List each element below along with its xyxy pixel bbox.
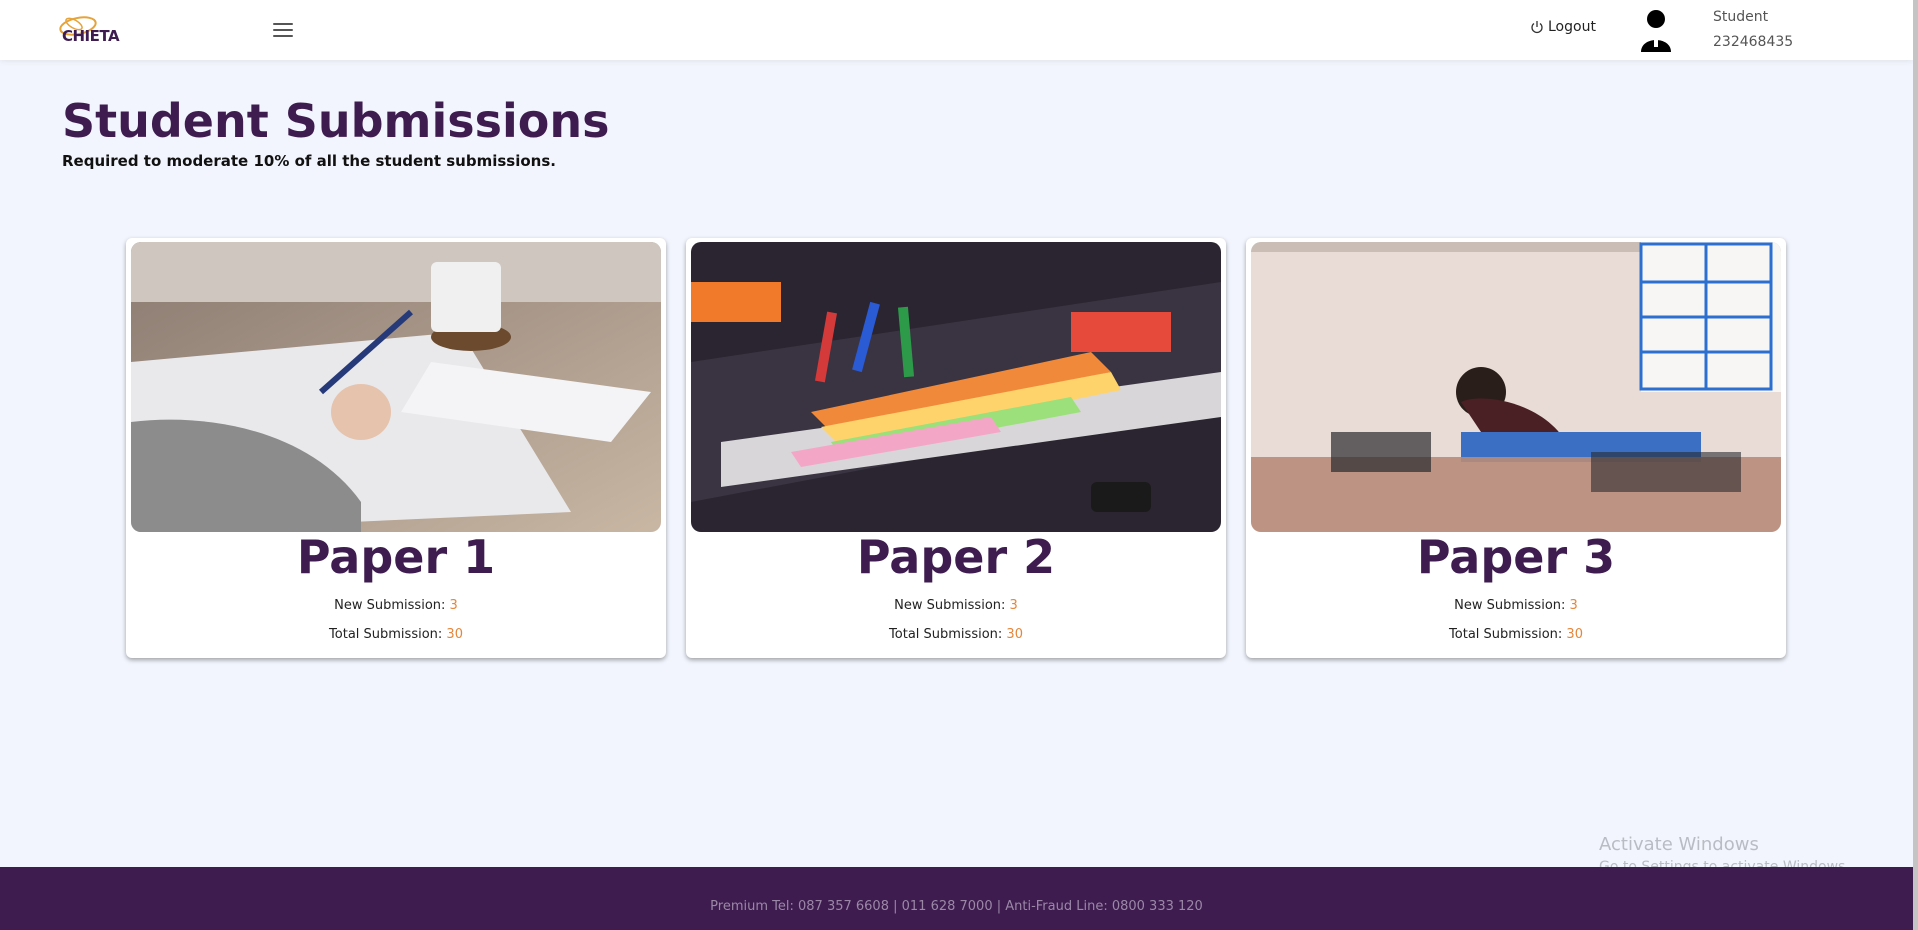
chieta-logo[interactable]: CHIETA	[56, 12, 126, 48]
total-submission-stat: Total Submission: 30	[686, 627, 1226, 642]
card-title: Paper 1	[296, 530, 496, 584]
new-submission-label: New Submission:	[334, 598, 446, 613]
vertical-scrollbar[interactable]	[1913, 0, 1918, 930]
paper-card-2[interactable]: Paper 2 New Submission: 3 Total Submissi…	[686, 238, 1226, 658]
logout-label: Logout	[1548, 19, 1596, 35]
total-submission-count: 30	[1566, 627, 1583, 642]
new-submission-label: New Submission:	[894, 598, 1006, 613]
total-submission-stat: Total Submission: 30	[1246, 627, 1786, 642]
total-submission-count: 30	[1006, 627, 1023, 642]
logout-button[interactable]: Logout	[1530, 19, 1596, 35]
menu-toggle-icon[interactable]	[273, 23, 293, 39]
paper-card-1[interactable]: Paper 1 New Submission: 3 Total Submissi…	[126, 238, 666, 658]
card-title: Paper 3	[1416, 530, 1616, 584]
paper-1-image	[131, 242, 661, 532]
page-subtitle: Required to moderate 10% of all the stud…	[62, 152, 556, 170]
card-title: Paper 2	[856, 530, 1056, 584]
logo-text: CHIETA	[62, 27, 120, 45]
footer-contact-text: Premium Tel: 087 357 6608 | 011 628 7000…	[710, 899, 1203, 914]
paper-card-3[interactable]: Paper 3 New Submission: 3 Total Submissi…	[1246, 238, 1786, 658]
user-icon	[1641, 10, 1671, 52]
user-role: Student	[1713, 9, 1769, 25]
paper-3-image	[1251, 242, 1781, 532]
total-submission-count: 30	[446, 627, 463, 642]
top-navbar: CHIETA Logout Student 232468435	[0, 0, 1913, 60]
total-submission-label: Total Submission:	[1449, 627, 1563, 642]
total-submission-label: Total Submission:	[329, 627, 443, 642]
new-submission-stat: New Submission: 3	[126, 598, 666, 613]
scrollbar-thumb[interactable]	[1913, 0, 1918, 930]
paper-2-image	[691, 242, 1221, 532]
new-submission-count: 3	[1569, 598, 1578, 613]
page-title: Student Submissions	[62, 94, 610, 148]
user-id: 232468435	[1713, 34, 1794, 50]
user-avatar[interactable]	[1638, 8, 1674, 52]
new-submission-stat: New Submission: 3	[686, 598, 1226, 613]
new-submission-count: 3	[449, 598, 458, 613]
new-submission-stat: New Submission: 3	[1246, 598, 1786, 613]
windows-activation-title: Activate Windows	[1599, 834, 1759, 855]
new-submission-label: New Submission:	[1454, 598, 1566, 613]
total-submission-label: Total Submission:	[889, 627, 1003, 642]
power-icon	[1531, 21, 1543, 34]
footer: Premium Tel: 087 357 6608 | 011 628 7000…	[0, 867, 1913, 930]
total-submission-stat: Total Submission: 30	[126, 627, 666, 642]
new-submission-count: 3	[1009, 598, 1018, 613]
